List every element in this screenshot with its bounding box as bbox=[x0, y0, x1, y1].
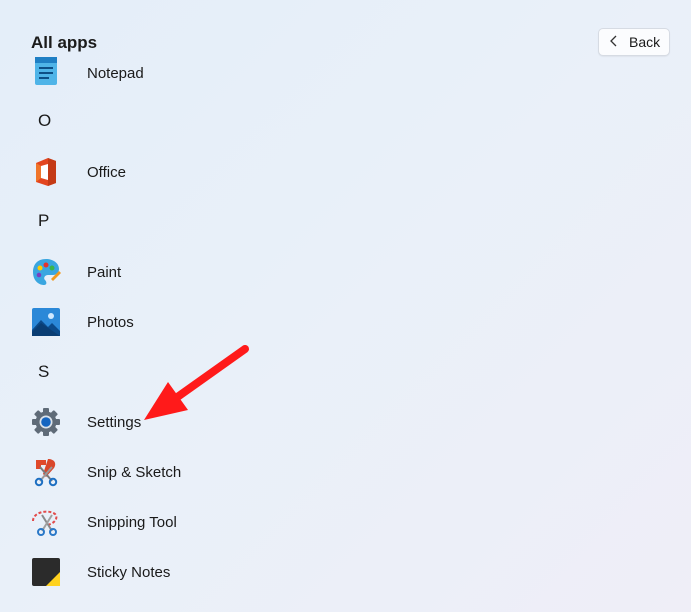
snipping-tool-icon bbox=[30, 506, 62, 538]
letter-header-p[interactable]: P bbox=[38, 211, 49, 231]
list-item-settings[interactable]: Settings bbox=[30, 405, 141, 439]
snip-sketch-icon bbox=[30, 456, 62, 488]
list-item-office[interactable]: Office bbox=[30, 155, 126, 189]
letter-header-s[interactable]: S bbox=[38, 362, 49, 382]
list-item-snip-sketch[interactable]: Snip & Sketch bbox=[30, 455, 181, 489]
settings-icon bbox=[30, 406, 62, 438]
app-label: Notepad bbox=[87, 64, 144, 82]
list-item-paint[interactable]: Paint bbox=[30, 255, 121, 289]
office-icon bbox=[30, 156, 62, 188]
notepad-icon bbox=[30, 57, 62, 89]
all-apps-list: Notepad O Office P Paint Photos S Settin… bbox=[0, 0, 691, 612]
app-label: Settings bbox=[87, 413, 142, 431]
app-label: Photos bbox=[87, 313, 134, 331]
sticky-notes-icon bbox=[30, 556, 62, 588]
photos-icon bbox=[30, 306, 62, 338]
app-label: Snipping Tool bbox=[87, 513, 177, 531]
paint-icon bbox=[30, 256, 62, 288]
app-label: Sticky Notes bbox=[87, 563, 171, 581]
app-label: Paint bbox=[87, 263, 122, 281]
list-item-sticky-notes[interactable]: Sticky Notes bbox=[30, 555, 170, 589]
list-item-snipping-tool[interactable]: Snipping Tool bbox=[30, 505, 177, 539]
list-item-photos[interactable]: Photos bbox=[30, 305, 134, 339]
app-label: Office bbox=[87, 163, 126, 181]
app-label: Snip & Sketch bbox=[87, 463, 182, 481]
list-item-notepad[interactable]: Notepad bbox=[30, 56, 144, 90]
letter-header-o[interactable]: O bbox=[38, 111, 51, 131]
